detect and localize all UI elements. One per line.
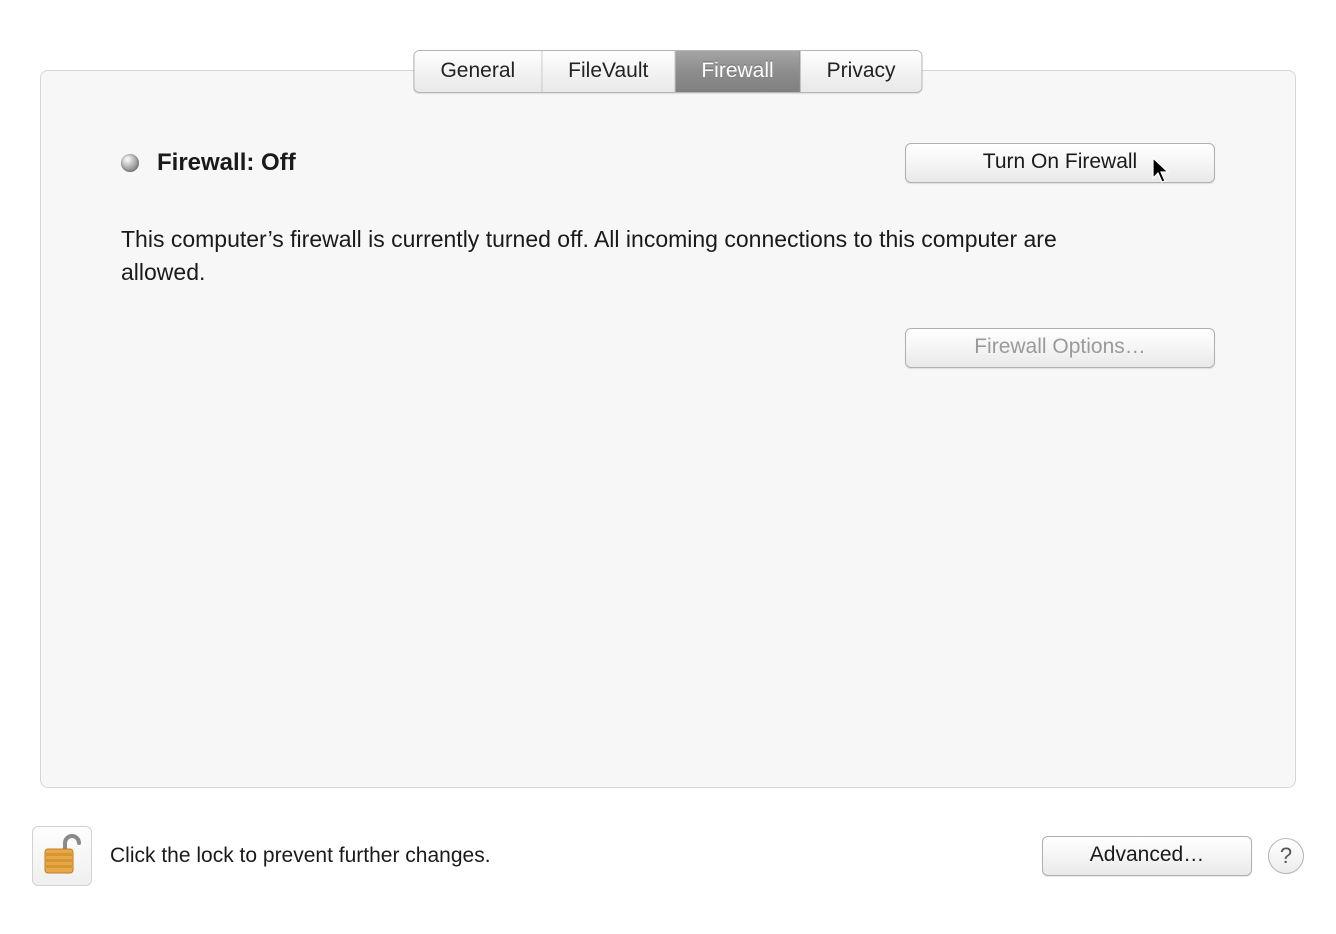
- firewall-panel: Firewall: Off Turn On Firewall This comp…: [40, 70, 1296, 788]
- button-label: Firewall Options…: [974, 335, 1146, 358]
- tab-bar: General FileVault Firewall Privacy: [413, 50, 922, 93]
- button-label: Advanced…: [1090, 843, 1204, 866]
- advanced-button[interactable]: Advanced…: [1042, 836, 1252, 876]
- tab-privacy[interactable]: Privacy: [801, 51, 922, 92]
- firewall-options-row: Firewall Options…: [121, 328, 1215, 368]
- firewall-status-row: Firewall: Off Turn On Firewall: [121, 143, 1215, 183]
- lock-description: Click the lock to prevent further change…: [110, 844, 491, 868]
- lock-area: Click the lock to prevent further change…: [32, 826, 491, 886]
- status-indicator-icon: [121, 154, 139, 172]
- tab-label: Privacy: [827, 59, 896, 82]
- tab-filevault[interactable]: FileVault: [542, 51, 675, 92]
- tab-label: General: [440, 59, 515, 82]
- bottom-bar: Click the lock to prevent further change…: [32, 826, 1304, 886]
- tab-label: Firewall: [701, 59, 773, 82]
- lock-button[interactable]: [32, 826, 92, 886]
- unlocked-lock-icon: [43, 833, 81, 880]
- firewall-status-label: Firewall: Off: [157, 149, 296, 177]
- firewall-options-button[interactable]: Firewall Options…: [905, 328, 1215, 368]
- help-button[interactable]: ?: [1268, 838, 1304, 874]
- tab-label: FileVault: [568, 59, 648, 82]
- question-mark-icon: ?: [1280, 843, 1292, 869]
- tab-firewall[interactable]: Firewall: [675, 51, 800, 92]
- tab-general[interactable]: General: [414, 51, 542, 92]
- firewall-status-description: This computer’s firewall is currently tu…: [121, 223, 1121, 290]
- turn-on-firewall-button[interactable]: Turn On Firewall: [905, 143, 1215, 183]
- footer-right-controls: Advanced… ?: [1042, 836, 1304, 876]
- firewall-status-left: Firewall: Off: [121, 149, 296, 177]
- button-label: Turn On Firewall: [983, 150, 1137, 173]
